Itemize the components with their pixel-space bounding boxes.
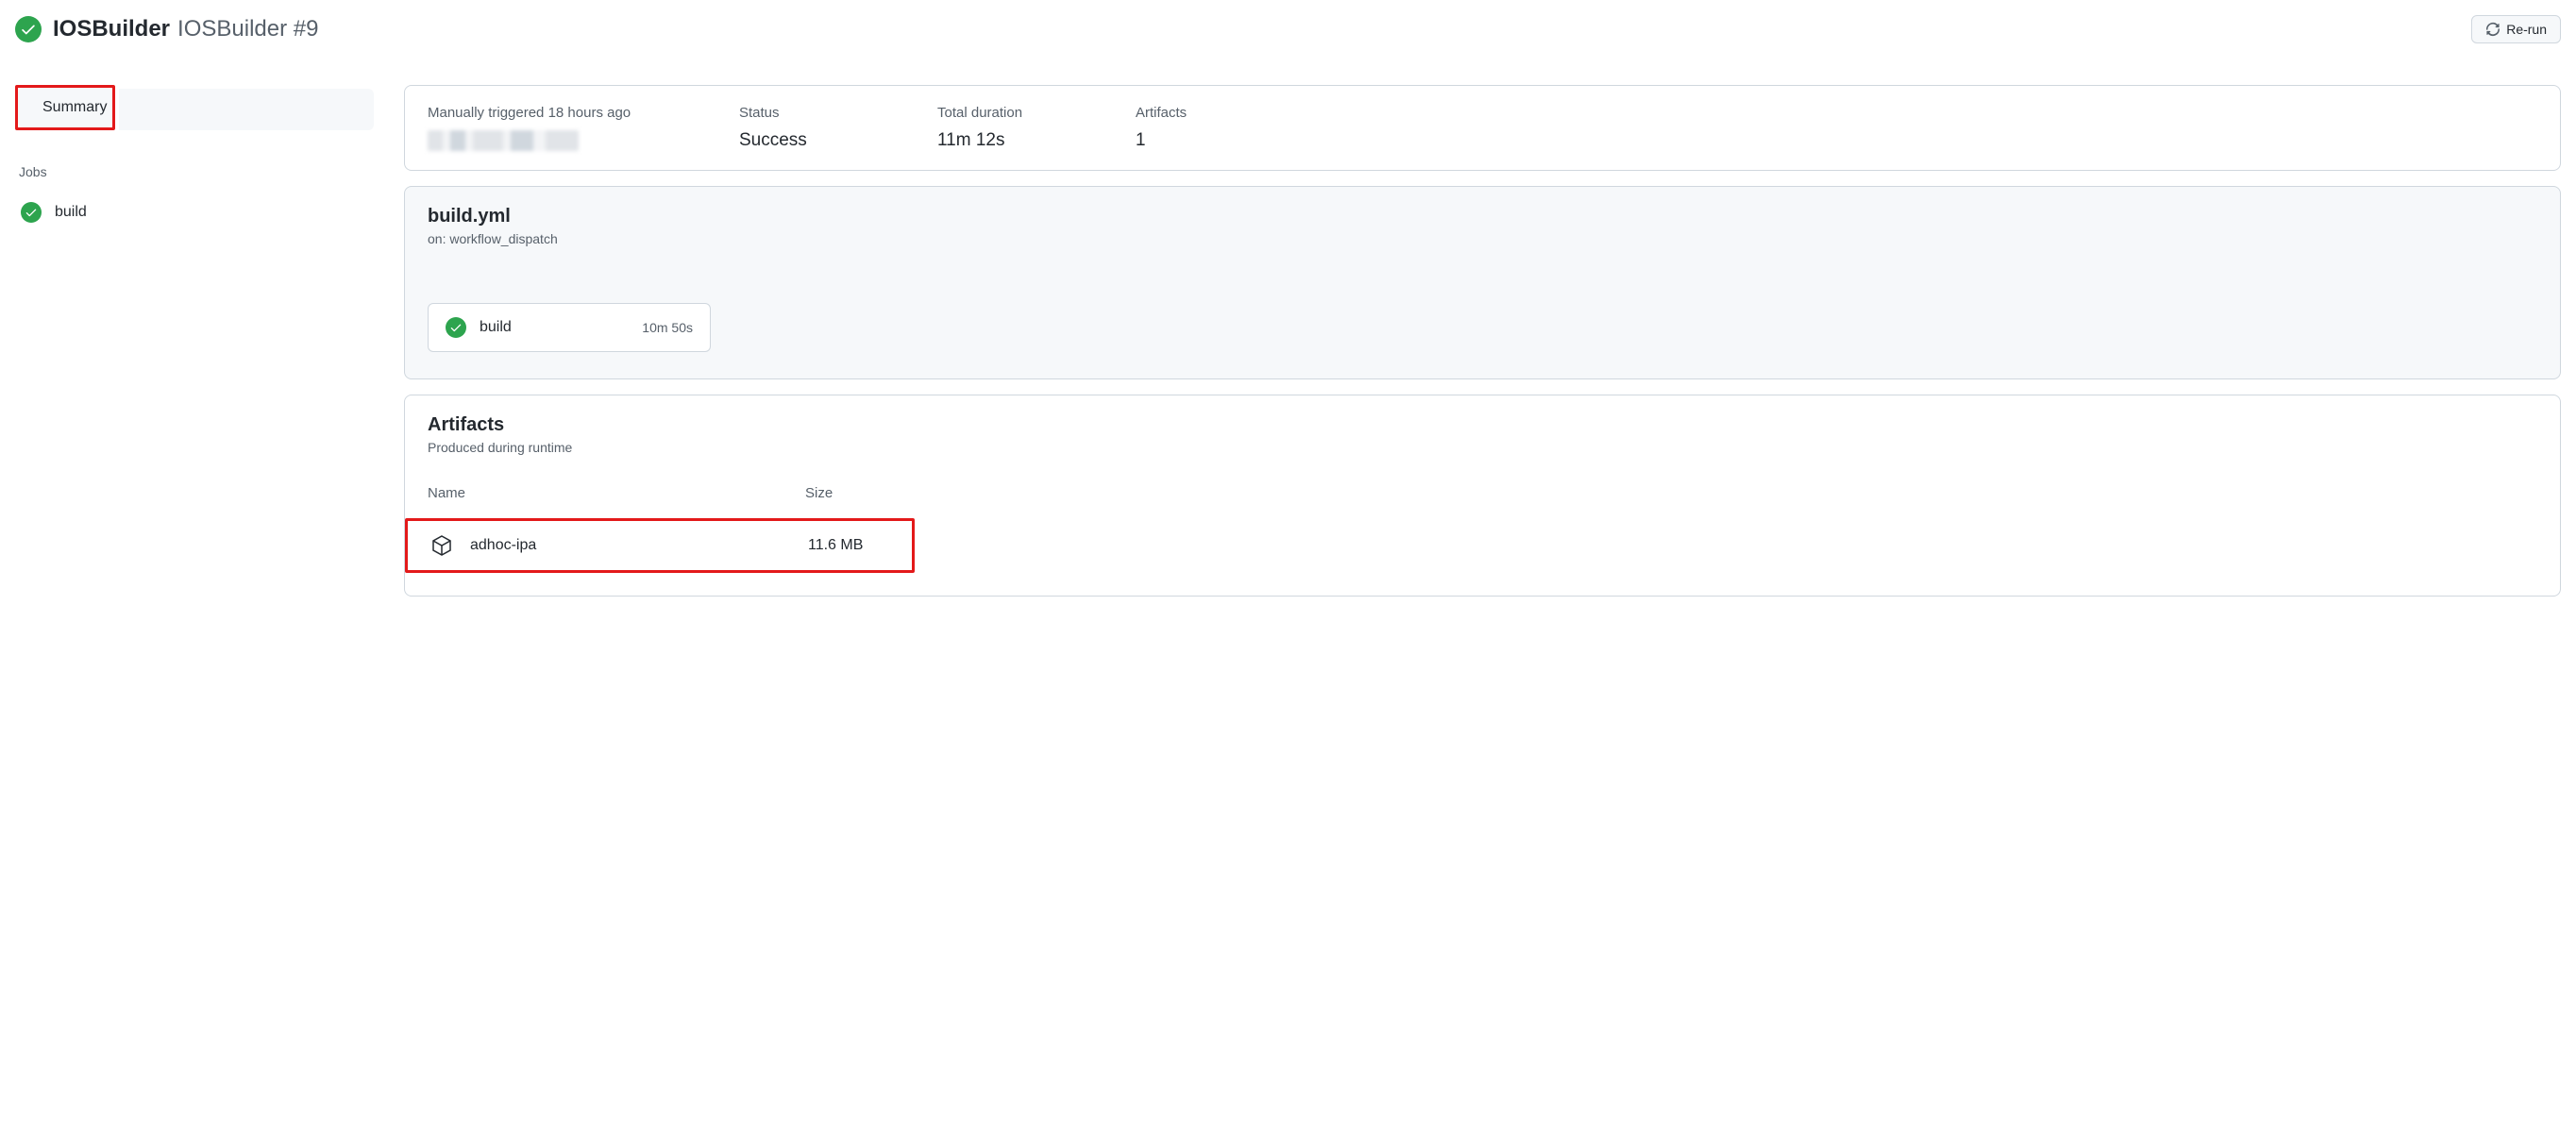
artifact-name: adhoc-ipa [470,537,536,554]
trigger-label: Manually triggered 18 hours ago [428,105,664,121]
page-header: IOSBuilder IOSBuilder #9 Re-run [0,0,2576,51]
artifacts-card: Artifacts Produced during runtime Name S… [404,395,2561,597]
main-content: Manually triggered 18 hours ago Status S… [404,85,2561,597]
summary-row-bg [119,89,374,130]
artifacts-label: Artifacts [1136,105,1258,121]
status-label: Status [739,105,862,121]
status-col: Status Success [739,105,862,151]
artifacts-headers: Name Size [428,485,2537,501]
sidebar-summary[interactable]: Summary [18,88,112,127]
artifact-row-highlight: adhoc-ipa 11.6 MB [405,518,915,573]
col-name: Name [428,485,805,501]
workflow-trigger: on: workflow_dispatch [428,231,2537,246]
sidebar-job-build[interactable]: build [15,194,374,230]
duration-value: 11m 12s [937,130,1060,151]
artifacts-value: 1 [1136,130,1258,151]
artifacts-subtitle: Produced during runtime [428,440,2537,455]
job-name: build [55,204,87,221]
workflow-graph-card: build.yml on: workflow_dispatch build 10… [404,186,2561,379]
sidebar: Summary Jobs build [15,85,374,597]
jobs-section-label: Jobs [15,157,374,187]
artifacts-title: Artifacts [428,414,2537,436]
artifact-row[interactable]: adhoc-ipa 11.6 MB [430,534,912,557]
duration-label: Total duration [937,105,1060,121]
trigger-col: Manually triggered 18 hours ago [428,105,664,151]
job-node-name: build [480,319,629,336]
rerun-button[interactable]: Re-run [2471,15,2561,43]
run-number: IOSBuilder #9 [177,16,318,42]
job-node-duration: 10m 50s [642,320,693,335]
rerun-label: Re-run [2506,22,2547,37]
workflow-file: build.yml [428,206,2537,227]
header-left: IOSBuilder IOSBuilder #9 [15,16,318,42]
workflow-name: IOSBuilder [53,16,170,42]
summary-label: Summary [42,99,107,116]
package-icon [430,534,453,557]
duration-col: Total duration 11m 12s [937,105,1060,151]
success-check-icon [446,317,466,338]
run-title: IOSBuilder IOSBuilder #9 [53,16,318,42]
run-meta-card: Manually triggered 18 hours ago Status S… [404,85,2561,171]
success-check-icon [15,16,42,42]
success-check-icon [21,202,42,223]
summary-highlight: Summary [15,85,115,130]
col-size: Size [805,485,947,501]
artifact-size: 11.6 MB [808,537,863,554]
workflow-job-node[interactable]: build 10m 50s [428,303,711,352]
artifacts-col: Artifacts 1 [1136,105,1258,151]
status-value: Success [739,130,862,151]
sync-icon [2485,22,2500,37]
actor-avatar-blurred [428,130,579,151]
